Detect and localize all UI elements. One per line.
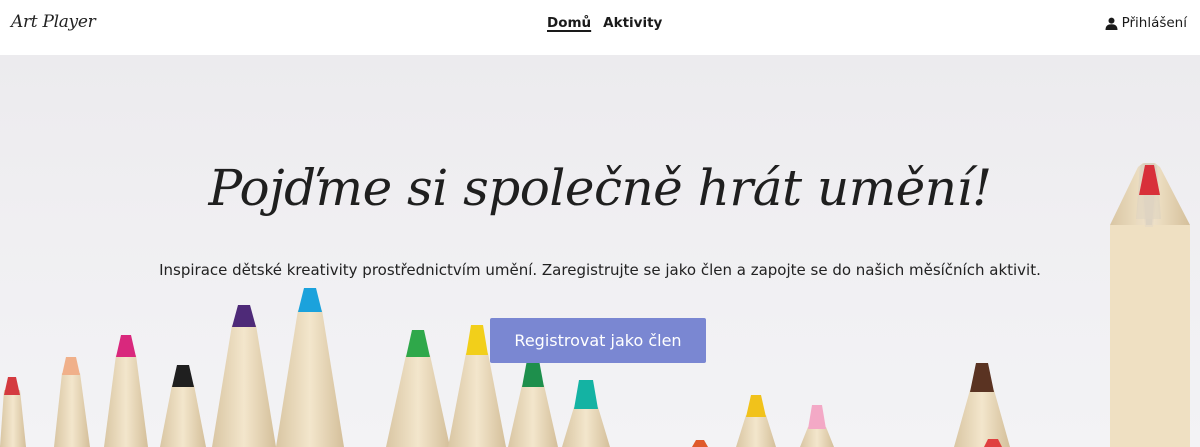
- pencil-green: [386, 330, 450, 447]
- top-navbar: Art Player Domů Aktivity Přihlášení: [0, 0, 1200, 55]
- pencil-pink: [800, 405, 834, 447]
- pencil-teal: [562, 380, 610, 447]
- pencils-illustration: [0, 163, 1190, 447]
- pencil-blue: [276, 288, 344, 447]
- main-nav: Domů Aktivity: [547, 15, 662, 31]
- nav-item-activities[interactable]: Aktivity: [603, 15, 662, 31]
- pencil-darkgreen: [508, 360, 558, 447]
- pencil-red-left: [0, 377, 26, 447]
- login-link[interactable]: Přihlášení: [1105, 15, 1187, 31]
- user-icon: [1105, 17, 1118, 30]
- hero-section: Pojďme si společně hrát umění! Inspirace…: [0, 55, 1200, 447]
- pencil-orange-tip: [692, 440, 708, 447]
- pencil-yellow-right: [736, 395, 776, 447]
- pencil-peach: [54, 357, 90, 447]
- register-member-button[interactable]: Registrovat jako člen: [490, 318, 706, 363]
- pencil-magenta: [104, 335, 148, 447]
- brand-logo[interactable]: Art Player: [11, 12, 96, 32]
- hero-subtitle: Inspirace dětské kreativity prostřednict…: [159, 261, 1041, 279]
- nav-item-home[interactable]: Domů: [547, 15, 591, 31]
- pencil-black: [160, 365, 206, 447]
- pencil-purple: [212, 305, 276, 447]
- login-label: Přihlášení: [1121, 15, 1187, 31]
- hero-title: Pojďme si společně hrát umění!: [208, 159, 992, 217]
- pencil-brown: [954, 363, 1010, 447]
